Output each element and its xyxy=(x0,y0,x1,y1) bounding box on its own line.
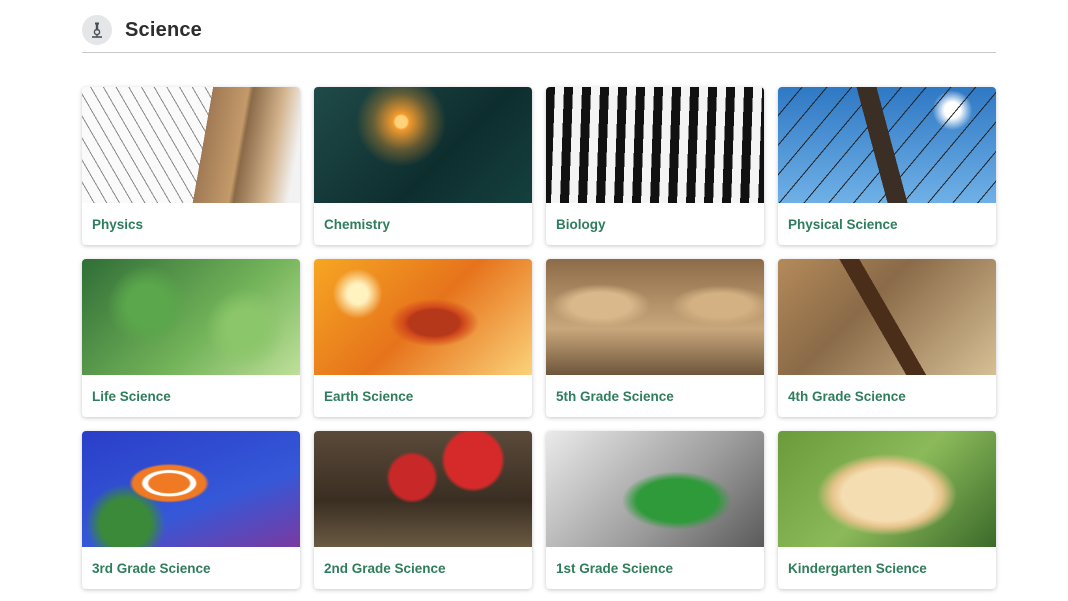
card-label[interactable]: Chemistry xyxy=(314,203,532,245)
card-2nd-grade-science[interactable]: 2nd Grade Science xyxy=(314,431,532,589)
card-biology[interactable]: Biology xyxy=(546,87,764,245)
card-image[interactable] xyxy=(778,431,996,547)
card-4th-grade-science[interactable]: 4th Grade Science xyxy=(778,259,996,417)
card-image[interactable] xyxy=(314,87,532,203)
card-image[interactable] xyxy=(778,259,996,375)
card-image[interactable] xyxy=(546,431,764,547)
card-physics[interactable]: Physics xyxy=(82,87,300,245)
card-life-science[interactable]: Life Science xyxy=(82,259,300,417)
card-label[interactable]: Physics xyxy=(82,203,300,245)
card-5th-grade-science[interactable]: 5th Grade Science xyxy=(546,259,764,417)
microscope-icon xyxy=(82,15,112,45)
card-image[interactable] xyxy=(82,259,300,375)
card-label[interactable]: 1st Grade Science xyxy=(546,547,764,589)
card-label[interactable]: Life Science xyxy=(82,375,300,417)
card-label[interactable]: Earth Science xyxy=(314,375,532,417)
card-earth-science[interactable]: Earth Science xyxy=(314,259,532,417)
card-label[interactable]: 3rd Grade Science xyxy=(82,547,300,589)
card-3rd-grade-science[interactable]: 3rd Grade Science xyxy=(82,431,300,589)
card-label[interactable]: 2nd Grade Science xyxy=(314,547,532,589)
card-image[interactable] xyxy=(82,87,300,203)
card-image[interactable] xyxy=(82,431,300,547)
card-image[interactable] xyxy=(546,87,764,203)
card-label[interactable]: Physical Science xyxy=(778,203,996,245)
page-title: Science xyxy=(125,18,203,41)
card-label[interactable]: Biology xyxy=(546,203,764,245)
card-label[interactable]: 4th Grade Science xyxy=(778,375,996,417)
section-header: Science xyxy=(82,14,996,53)
card-physical-science[interactable]: Physical Science xyxy=(778,87,996,245)
card-image[interactable] xyxy=(314,259,532,375)
subject-grid: Physics Chemistry Biology Physical Scien… xyxy=(82,87,996,589)
card-1st-grade-science[interactable]: 1st Grade Science xyxy=(546,431,764,589)
card-label[interactable]: Kindergarten Science xyxy=(778,547,996,589)
card-kindergarten-science[interactable]: Kindergarten Science xyxy=(778,431,996,589)
card-image[interactable] xyxy=(778,87,996,203)
card-label[interactable]: 5th Grade Science xyxy=(546,375,764,417)
card-chemistry[interactable]: Chemistry xyxy=(314,87,532,245)
card-image[interactable] xyxy=(314,431,532,547)
card-image[interactable] xyxy=(546,259,764,375)
